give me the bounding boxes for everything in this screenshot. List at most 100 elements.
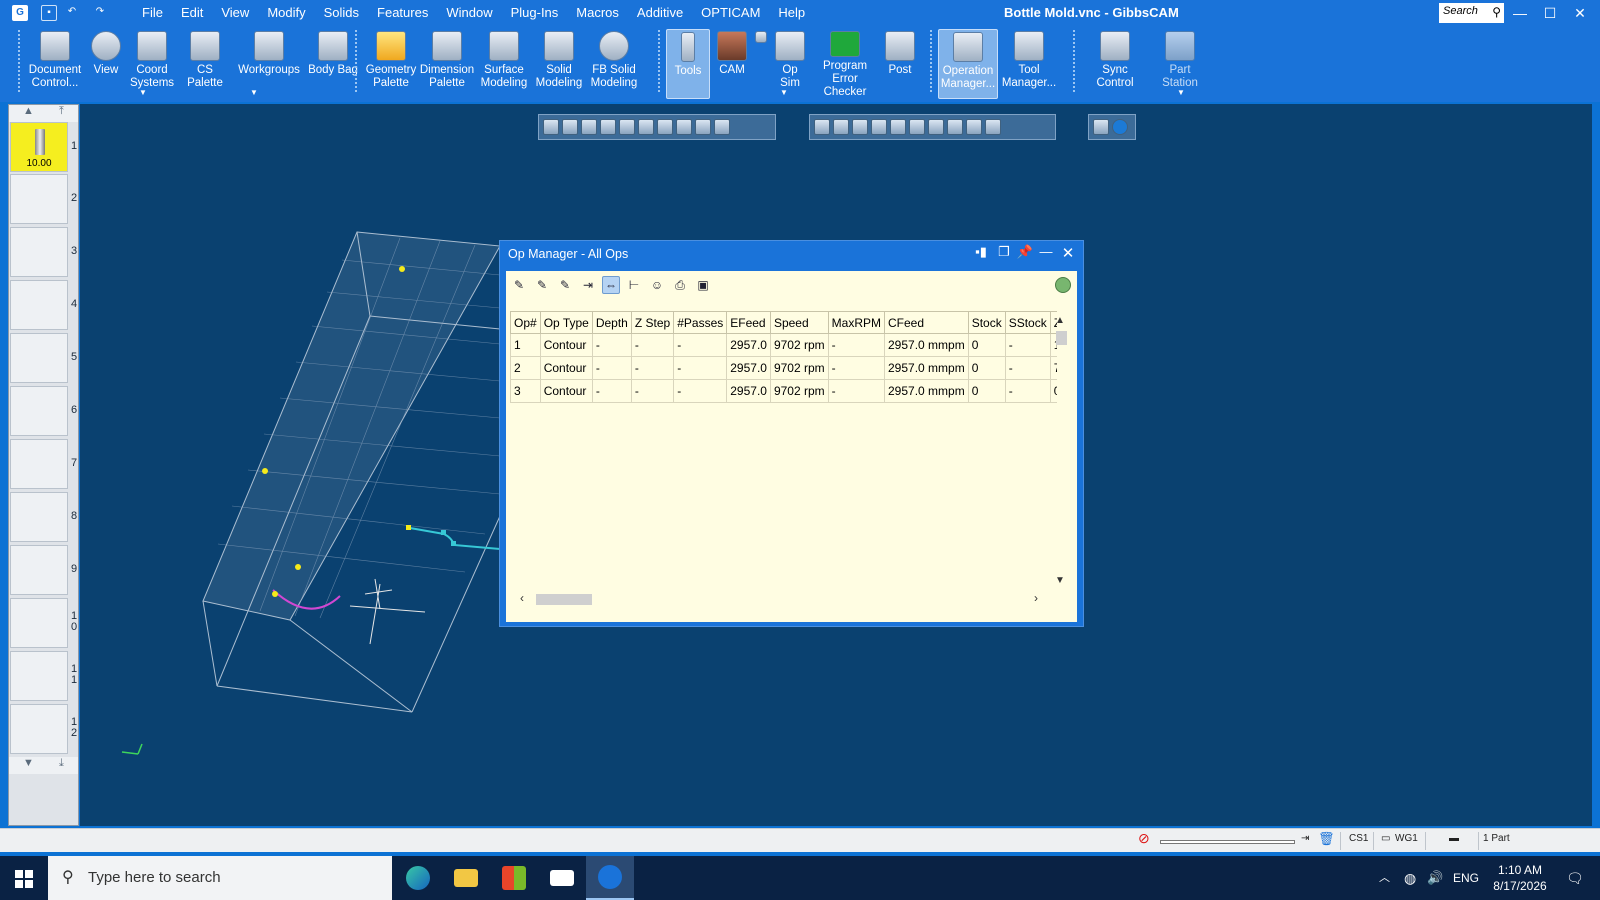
- scroll-first-icon[interactable]: ⤒: [59, 105, 64, 118]
- scroll-right-icon[interactable]: ›: [1034, 591, 1038, 605]
- redo-icon[interactable]: ↷: [92, 5, 108, 21]
- volume-icon[interactable]: 🔊: [1427, 856, 1443, 900]
- network-icon[interactable]: ◍: [1404, 856, 1416, 900]
- column-header[interactable]: EFeed: [726, 311, 771, 334]
- cam-options-button[interactable]: [754, 29, 768, 99]
- gibbscam-app-icon[interactable]: G: [12, 5, 28, 21]
- tools-button[interactable]: Tools: [666, 29, 710, 99]
- scroll-left-icon[interactable]: ‹: [520, 591, 524, 605]
- menu-features[interactable]: Features: [368, 0, 437, 26]
- system-clock[interactable]: 1:10 AM 8/17/2026: [1480, 862, 1560, 894]
- sync-control-button[interactable]: Sync Control: [1082, 29, 1148, 99]
- tool-slot-1[interactable]: 10.00: [10, 122, 68, 172]
- scroll-up-icon[interactable]: ▲: [23, 105, 34, 117]
- body-bag-button[interactable]: Body Bag: [304, 29, 362, 99]
- chevron-down-icon[interactable]: ▼: [780, 88, 788, 97]
- workgroup-indicator[interactable]: WG1: [1395, 833, 1418, 844]
- edit-tools-icon[interactable]: ✎: [533, 276, 551, 294]
- table-cell[interactable]: Contour: [539, 356, 593, 380]
- render-icon[interactable]: [947, 119, 963, 135]
- menu-solids[interactable]: Solids: [315, 0, 368, 26]
- table-cell[interactable]: 3: [510, 379, 541, 403]
- table-cell[interactable]: 2957.0: [726, 356, 771, 380]
- column-header[interactable]: Speed: [769, 311, 829, 334]
- cam-button[interactable]: CAM: [710, 29, 754, 99]
- workgroups-button[interactable]: Workgroups: [234, 29, 304, 99]
- menu-macros[interactable]: Macros: [567, 0, 628, 26]
- close-button[interactable]: ✕: [1566, 0, 1594, 26]
- view-split-icon[interactable]: [600, 119, 616, 135]
- table-cell[interactable]: -: [630, 379, 675, 403]
- coordinate-system-indicator[interactable]: CS1: [1349, 833, 1368, 844]
- view-window-icon[interactable]: [581, 119, 597, 135]
- table-cell[interactable]: -: [1004, 379, 1051, 403]
- column-header[interactable]: Op#: [510, 311, 541, 334]
- table-row[interactable]: 2 Contour - - - 2957.0 9702 rpm - 2957.0…: [510, 356, 1057, 380]
- tool-slot-12[interactable]: [10, 704, 68, 754]
- edit-ops-icon[interactable]: ✎: [510, 276, 528, 294]
- table-cell[interactable]: -: [827, 333, 886, 357]
- vertical-scrollbar[interactable]: ▲ ▼: [1053, 311, 1069, 589]
- table-cell[interactable]: 9702 rpm: [769, 379, 829, 403]
- zoom-icon[interactable]: [1093, 119, 1109, 135]
- minimize-button[interactable]: —: [1506, 0, 1534, 26]
- toolbar-grip[interactable]: [355, 30, 359, 92]
- toolbar-grip[interactable]: [930, 30, 934, 92]
- table-cell[interactable]: -: [591, 379, 632, 403]
- scroll-thumb[interactable]: [1056, 331, 1067, 345]
- program-error-checker-button[interactable]: Program Error Checker: [812, 29, 878, 99]
- notifications-icon[interactable]: 🗨: [1566, 856, 1584, 900]
- start-button[interactable]: [0, 856, 48, 900]
- table-cell[interactable]: Contour: [539, 333, 593, 357]
- tool-slot-7[interactable]: [10, 439, 68, 489]
- view-pan-icon[interactable]: [638, 119, 654, 135]
- view-grid-icon[interactable]: [695, 119, 711, 135]
- print-icon[interactable]: ⎙: [671, 276, 689, 294]
- table-cell[interactable]: -: [1004, 333, 1051, 357]
- help-icon[interactable]: [1112, 119, 1128, 135]
- view-more-icon[interactable]: [714, 119, 730, 135]
- solid-modeling-button[interactable]: Solid Modeling: [532, 29, 586, 99]
- section-icon[interactable]: [966, 119, 982, 135]
- column-header[interactable]: SStock: [1004, 311, 1051, 334]
- view-button[interactable]: View: [84, 29, 128, 99]
- table-cell[interactable]: 2957.0: [726, 333, 771, 357]
- menu-window[interactable]: Window: [437, 0, 501, 26]
- table-cell[interactable]: 0: [967, 379, 1006, 403]
- table-cell[interactable]: 0: [967, 333, 1006, 357]
- menu-plug-ins[interactable]: Plug-Ins: [502, 0, 568, 26]
- view-fit-icon[interactable]: [562, 119, 578, 135]
- minimize-icon[interactable]: —: [1036, 244, 1056, 259]
- dimension-palette-button[interactable]: Dimension Palette: [418, 29, 476, 99]
- table-cell[interactable]: -: [827, 379, 886, 403]
- scroll-last-icon[interactable]: ⤓: [59, 757, 64, 770]
- menu-file[interactable]: File: [133, 0, 172, 26]
- display-more-icon[interactable]: [985, 119, 1001, 135]
- view-shade-icon[interactable]: [657, 119, 673, 135]
- scroll-down-icon[interactable]: ▼: [23, 757, 34, 769]
- column-header[interactable]: Stock: [967, 311, 1006, 334]
- surface-modeling-button[interactable]: Surface Modeling: [476, 29, 532, 99]
- tool-slot-2[interactable]: [10, 174, 68, 224]
- chevron-down-icon[interactable]: ▼: [1177, 88, 1185, 97]
- toolbar-grip[interactable]: [1073, 30, 1077, 92]
- table-cell[interactable]: 2957.0 mmpm: [884, 356, 969, 380]
- pin-to-end-icon[interactable]: ⇥: [1301, 833, 1309, 844]
- column-header[interactable]: Z Step: [630, 311, 675, 334]
- edit-processes-icon[interactable]: ✎: [556, 276, 574, 294]
- taskbar-search-box[interactable]: ⚲ Type here to search: [48, 856, 392, 900]
- fixture-display-icon[interactable]: [890, 119, 906, 135]
- post-button[interactable]: Post: [878, 29, 922, 99]
- gibbscam-taskbar-button[interactable]: [586, 856, 634, 900]
- pin-icon[interactable]: 📌: [1015, 244, 1035, 260]
- color-icon[interactable]: [928, 119, 944, 135]
- table-row[interactable]: 1 Contour - - - 2957.0 9702 rpm - 2957.0…: [510, 333, 1057, 357]
- tool-slot-10[interactable]: [10, 598, 68, 648]
- wireframe-display-icon[interactable]: [833, 119, 849, 135]
- chevron-down-icon[interactable]: ▼: [250, 88, 258, 97]
- tool-slot-8[interactable]: [10, 492, 68, 542]
- chevron-down-icon[interactable]: ▼: [139, 88, 147, 97]
- menu-edit[interactable]: Edit: [172, 0, 212, 26]
- table-cell[interactable]: Contour: [539, 379, 593, 403]
- solid-display-icon[interactable]: [814, 119, 830, 135]
